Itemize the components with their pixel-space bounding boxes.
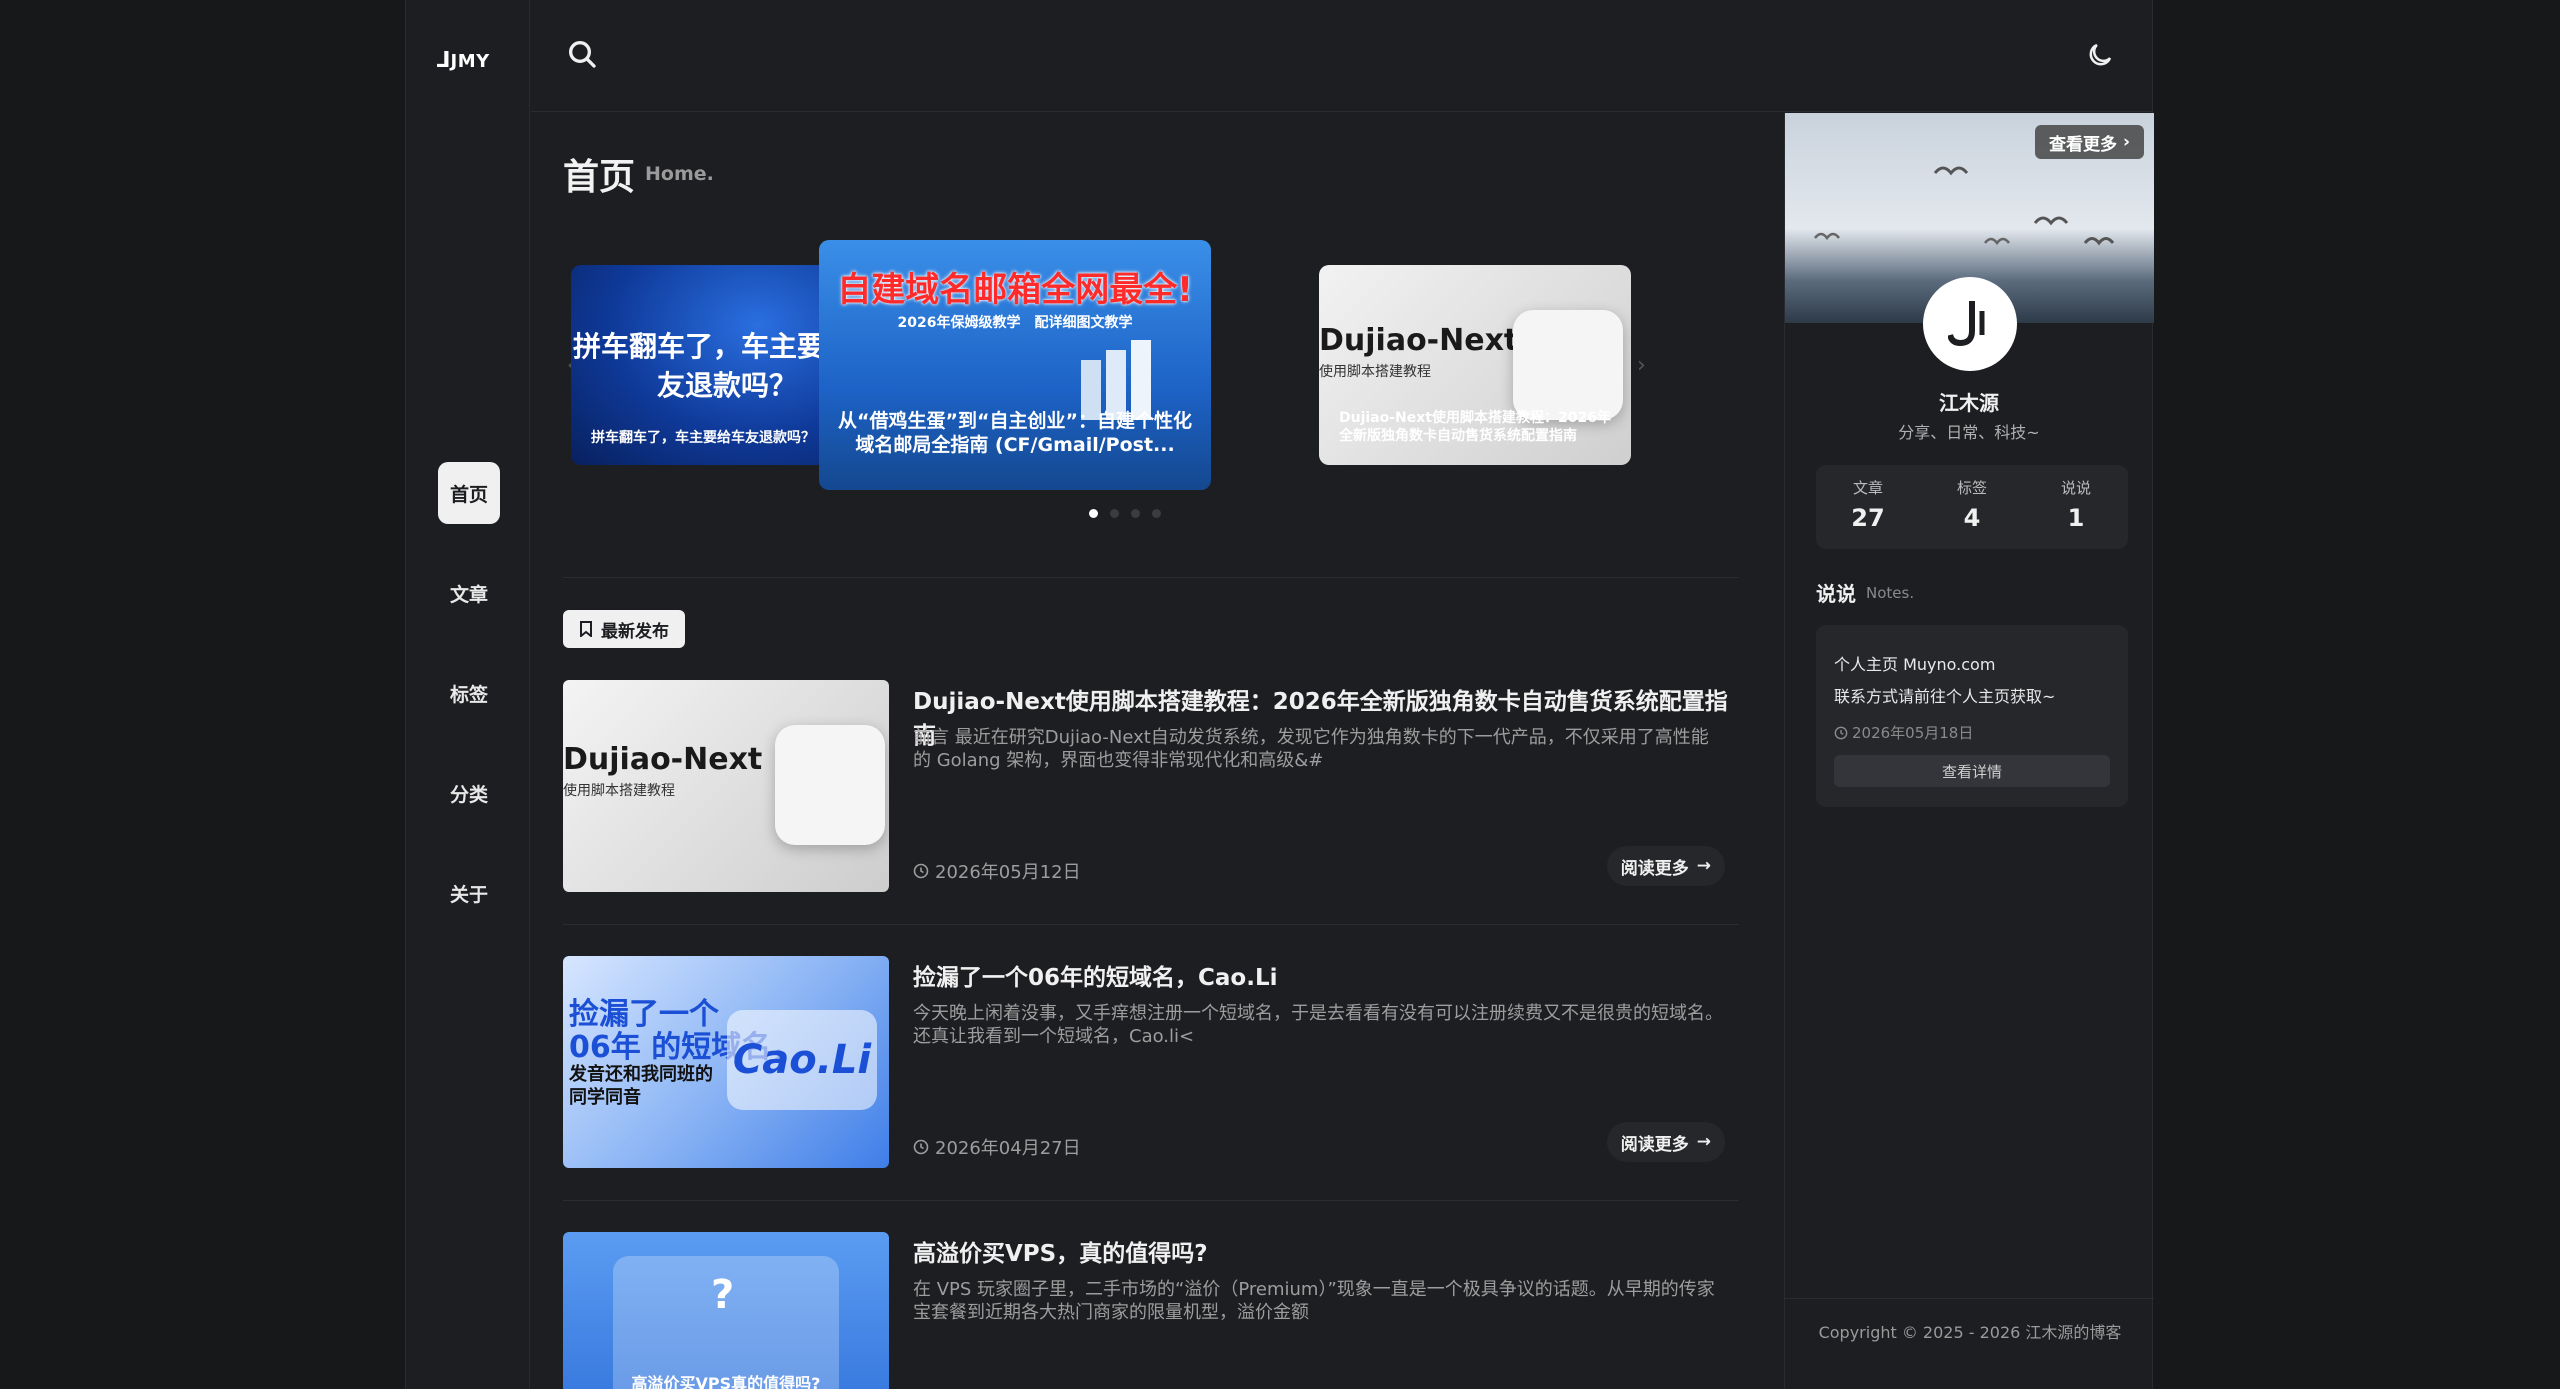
read-more-button[interactable]: 阅读更多 → [1606,1122,1725,1162]
carousel-dot[interactable] [1131,509,1140,518]
slide-3-caption: Dujiao-Next使用脚本搭建教程：2026年全新版独角数卡自动售货系统配置… [1339,409,1611,444]
left-nav: ⅃JMY 首页 文章 标签 分类 关于 [406,0,530,1389]
read-more-label: 阅读更多 [1620,1134,1689,1155]
carousel-dots [1089,509,1161,518]
unicorn-tile-icon [1513,310,1623,420]
clock-icon [913,1139,929,1155]
site-logo[interactable]: ⅃JMY [436,48,490,73]
view-more-label: 查看更多 [2048,134,2117,155]
slide-2-banner-sub: 2026年保姆级教学 配详细图文教学 [897,315,1133,331]
top-bar [531,0,2153,112]
app-frame: ⅃JMY 首页 文章 标签 分类 关于 首页 Home. ‹ › 拼车翻车了，车… [405,0,2154,1389]
thumb-brand: Dujiao-Next [563,742,763,777]
post-date-text: 2026年04月27日 [935,1138,1081,1159]
post-date: 2026年04月27日 [913,1134,1081,1160]
nav-item-tags[interactable]: 标签 [438,662,500,724]
read-more-button[interactable]: 阅读更多 → [1606,846,1725,886]
stat-label: 标签 [1956,479,1987,497]
carousel-slide-2[interactable]: 自建域名邮箱全网最全! 2026年保姆级教学 配详细图文教学 从“借鸡生蛋”到“… [819,240,1211,490]
right-sidebar: 查看更多 › 江木源 分享、日常、科技~ 文章 27 标签 4 说说 1 说说 Note… [1784,113,2154,1389]
page-title: 首页 [563,157,636,198]
avatar[interactable] [1923,277,2017,371]
section-divider [563,577,1739,578]
latest-badge: 最新发布 [563,610,685,648]
thumb-line-2: 发音还和我同班的 同学同音 [569,1064,713,1108]
thumb-brand-sub: 使用脚本搭建教程 [563,783,675,799]
notes-heading: 说说 [1816,582,1856,606]
post-excerpt: 在 VPS 玩家圈子里，二手市场的“溢价（Premium）”现象一直是一个极具争… [913,1279,1715,1324]
moon-icon[interactable] [2085,40,2115,70]
thumb-card: Cao.Li [727,1010,877,1110]
nav-item-home[interactable]: 首页 [438,462,500,524]
post-excerpt: 前言 最近在研究Dujiao-Next自动发货系统，发现它作为独角数卡的下一代产… [913,727,1709,772]
stat-value: 27 [1851,504,1885,532]
post-item[interactable]: 捡漏了一个 06年 的短域名， 发音还和我同班的 同学同音 Cao.Li 捡漏了一个… [563,956,1739,1168]
nav-item-categories[interactable]: 分类 [438,762,500,824]
note-line-2: 联系方式请前往个人主页获取~ [1834,687,2056,706]
unicorn-tile-icon [775,725,885,845]
post-thumbnail[interactable]: 捡漏了一个 06年 的短域名， 发音还和我同班的 同学同音 Cao.Li [563,956,889,1168]
profile-bio: 分享、日常、科技~ [1898,423,2040,442]
note-date-text: 2026年05月18日 [1852,724,1974,742]
clock-icon [1834,726,1848,739]
post-date-text: 2026年05月12日 [935,862,1081,883]
stat-tags[interactable]: 标签 4 [1920,465,2024,549]
question-icon: ? [711,1272,735,1318]
nav-item-articles[interactable]: 文章 [438,562,500,624]
thumb-text: 高溢价买VPS真的值得吗? [631,1374,821,1389]
stat-notes[interactable]: 说说 1 [2024,465,2128,549]
notes-subheading: Notes. [1866,584,1915,602]
post-thumbnail[interactable]: ? 高溢价买VPS真的值得吗? [563,1232,889,1389]
note-card: 个人主页 Muyno.com 联系方式请前往个人主页获取~ 2026年05月18… [1816,625,2128,807]
slide-3-brand-sub: 使用脚本搭建教程 [1319,364,1431,380]
post-item[interactable]: ? 高溢价买VPS真的值得吗? 高溢价买VPS，真的值得吗? 在 VPS 玩家圈… [563,1232,1739,1389]
post-title[interactable]: 高溢价买VPS，真的值得吗? [913,1234,1208,1268]
stat-label: 文章 [1852,479,1883,497]
post-thumbnail[interactable]: Dujiao-Next 使用脚本搭建教程 [563,680,889,892]
post-divider [563,1200,1739,1201]
search-icon[interactable] [566,38,598,70]
slide-2-caption: 从“借鸡生蛋”到“自主创业”：自建个性化域名邮局全指南 (CF/Gmail/Po… [838,409,1192,457]
stat-articles[interactable]: 文章 27 [1816,465,1920,549]
post-title[interactable]: 捡漏了一个06年的短域名，Cao.Li [913,958,1278,992]
carousel-dot[interactable] [1110,509,1119,518]
page-subtitle: Home. [645,163,714,185]
note-line-1: 个人主页 Muyno.com [1834,655,1996,674]
slide-3-brand: Dujiao-Next [1319,323,1519,358]
profile-stats: 文章 27 标签 4 说说 1 [1816,465,2128,549]
view-more-button[interactable]: 查看更多 › [2034,125,2144,159]
stat-value: 4 [1963,504,1981,532]
stat-label: 说说 [2060,479,2091,497]
chevron-right-icon: › [2122,132,2130,152]
arrow-right-icon: → [1696,856,1711,876]
clock-icon [913,863,929,879]
stat-value: 1 [2067,504,2085,532]
main-content: 首页 Home. ‹ › 拼车翻车了，车主要给车友退款吗？ 拼车翻车了，车主要给… [531,113,1785,1389]
read-more-label: 阅读更多 [1620,858,1689,879]
slide-2-banner: 自建域名邮箱全网最全! [837,270,1193,310]
carousel-slide-3[interactable]: Dujiao-Next 使用脚本搭建教程 Dujiao-Next使用脚本搭建教程… [1319,265,1631,465]
logo-icon [1948,301,1985,347]
arrow-right-icon: → [1696,1132,1711,1152]
profile-name: 江木源 [1939,391,1999,415]
post-date: 2026年05月12日 [913,858,1081,884]
bookmark-icon [580,621,592,637]
carousel-dot[interactable] [1089,509,1098,518]
latest-label: 最新发布 [601,621,669,642]
view-detail-button[interactable]: 查看详情 [1834,755,2110,787]
post-divider [563,924,1739,925]
post-item[interactable]: Dujiao-Next 使用脚本搭建教程 Dujiao-Next 使用脚本搭建教程… [563,680,1739,892]
carousel-dot[interactable] [1152,509,1161,518]
carousel-next-icon[interactable]: › [1637,353,1646,378]
post-excerpt: 今天晚上闲着没事，又手痒想注册一个短域名，于是去看看有没有可以注册续费又不是很贵… [913,1003,1723,1048]
note-date: 2026年05月18日 [1834,722,1973,743]
footer-divider [1785,1298,2154,1299]
copyright: Copyright © 2025 - 2026 江木源的博客 [1818,1323,2122,1342]
nav-item-about[interactable]: 关于 [438,862,500,924]
